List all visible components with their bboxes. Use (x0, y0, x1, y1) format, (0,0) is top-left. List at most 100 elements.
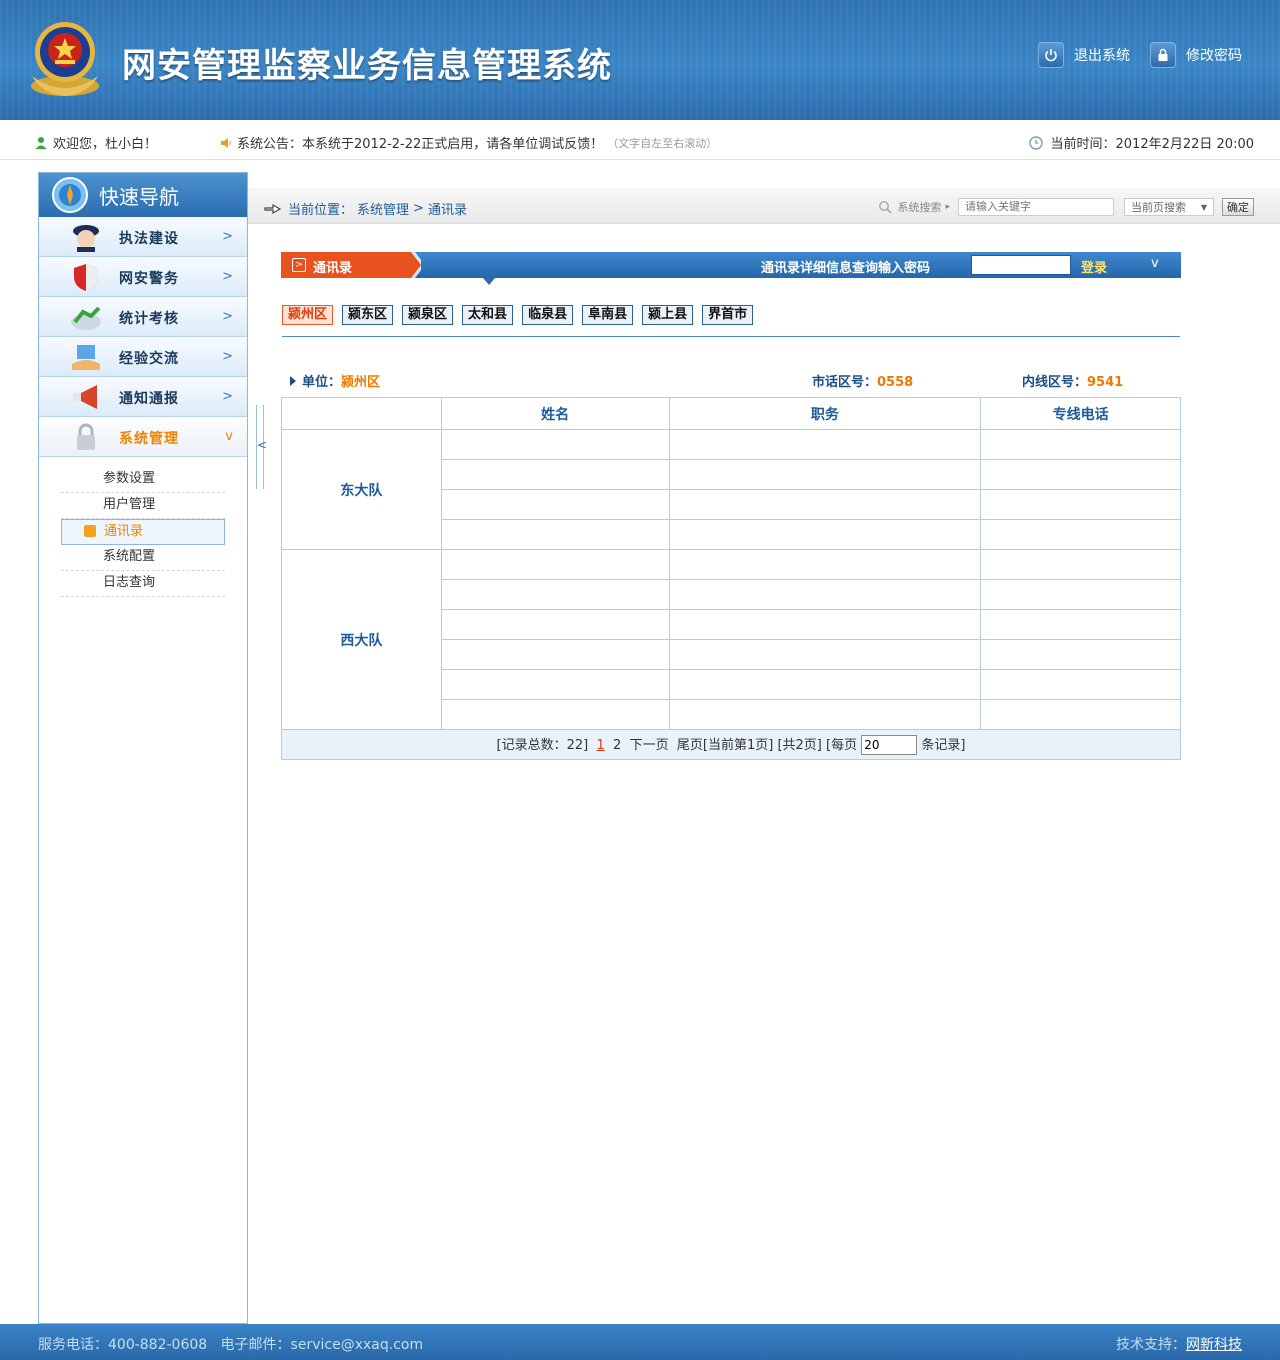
page-link-1[interactable]: 1 (597, 738, 605, 753)
change-password-button[interactable]: 修改密码 (1150, 42, 1242, 68)
chevron-right-icon: > (222, 389, 233, 404)
table-cell (980, 429, 1181, 460)
logout-label: 退出系统 (1074, 48, 1130, 64)
chevron-down-icon: v (225, 429, 233, 444)
table-row: 西大队 (281, 549, 1181, 730)
table-cell (440, 699, 670, 730)
chevron-down-icon[interactable]: v (1151, 256, 1159, 271)
lock-icon (77, 423, 95, 450)
nav-item-law-enforcement[interactable]: 执法建设 > (39, 217, 247, 257)
pagination-row: [记录总数：22] 1 2 下一页 尾页[当前第1页] [共2页] [每页 条记… (281, 729, 1181, 760)
district-tab-yingquan[interactable]: 颍泉区 (402, 305, 454, 325)
sub-nav-log-query[interactable]: 日志查询 (61, 571, 225, 597)
search-area: 系统搜索 ▸ 当前页搜索 ▼ 确定 (878, 198, 1254, 216)
sidebar-header: 快速导航 (39, 173, 247, 217)
sub-nav-user-management[interactable]: 用户管理 (61, 493, 225, 519)
change-password-label: 修改密码 (1186, 48, 1242, 64)
table-cell (980, 519, 1181, 550)
next-page-link[interactable]: 下一页 (630, 738, 669, 753)
breadcrumb-section-link[interactable]: 系统管理 (357, 199, 409, 218)
column-header-phone: 专线电话 (980, 397, 1181, 430)
chevron-right-icon: > (222, 269, 233, 284)
table-cell (668, 609, 982, 640)
table-cell (668, 459, 982, 490)
nav-item-system-management[interactable]: 系统管理 v (39, 417, 247, 457)
sub-nav-label: 通讯录 (104, 524, 144, 539)
last-page-link[interactable]: 尾页 (677, 738, 703, 753)
pagination-total: [记录总数：22] (496, 737, 589, 753)
nav-item-statistics[interactable]: 统计考核 > (39, 297, 247, 337)
column-header-group (281, 397, 442, 430)
district-tab-yingdong[interactable]: 颍东区 (342, 305, 394, 325)
dropdown-arrow-icon: ▼ (1200, 202, 1207, 212)
system-notice: 系统公告：本系统于2012-2-22正式启用，请各单位调试反馈！ （文字自左至右… (220, 133, 717, 152)
sub-nav: 参数设置 用户管理 通讯录 系统配置 日志查询 (39, 457, 247, 597)
page-link-2[interactable]: 2 (613, 738, 621, 753)
district-tab-funan[interactable]: 阜南县 (582, 305, 634, 325)
unit-label: 单位： (302, 375, 342, 390)
footer-email: 电子邮件：service@xxaq.com (220, 1337, 424, 1353)
breadcrumb: 当前位置： 系统管理 > 通讯录 (264, 199, 471, 218)
pagination: [记录总数：22] 1 2 下一页 尾页[当前第1页] [共2页] [每页 条记… (281, 729, 1181, 760)
table-cell (668, 699, 982, 730)
table-cell (668, 489, 982, 520)
pagination-current: [当前第1页] (702, 737, 774, 753)
sidebar-collapse-handle[interactable]: < (256, 405, 267, 489)
nav-item-cyber-police[interactable]: 网安警务 > (39, 257, 247, 297)
district-tab-yingzhou[interactable]: 颍州区 (282, 305, 334, 325)
module-title: 通讯录 (313, 261, 353, 276)
police-officer-icon (73, 225, 99, 252)
chevron-right-icon: > (222, 349, 233, 364)
table-cell (440, 609, 670, 640)
table-cell (980, 699, 1181, 730)
table-cell (440, 669, 670, 700)
footer: 服务电话：400-882-0608 电子邮件：service@xxaq.com … (0, 1324, 1280, 1360)
sub-nav-parameters[interactable]: 参数设置 (61, 467, 225, 493)
city-area-code: 市话区号：0558 (812, 371, 913, 390)
district-tab-yingshang[interactable]: 颍上县 (642, 305, 694, 325)
password-prompt: 通讯录详细信息查询输入密码 (761, 261, 931, 276)
chart-icon (71, 306, 101, 330)
megaphone-icon (73, 385, 97, 409)
footer-support-label: 技术支持： (1116, 1337, 1186, 1353)
module-header-bar: > 通讯录 通讯录详细信息查询输入密码 登录 v (281, 252, 1181, 278)
table-cell (668, 549, 982, 580)
search-confirm-button[interactable]: 确定 (1222, 198, 1254, 216)
module-pointer-arrow (483, 278, 495, 285)
notice-hint: （文字自左至右滚动） (607, 136, 718, 150)
ext-code-label: 内线区号： (1022, 375, 1088, 390)
nav-item-notifications[interactable]: 通知通报 > (39, 377, 247, 417)
search-input[interactable] (958, 198, 1114, 216)
nav-label: 网安警务 (119, 271, 179, 287)
city-code-value: 0558 (877, 375, 914, 390)
notice-text: 系统公告：本系统于2012-2-22正式启用，请各单位调试反馈！ (237, 137, 604, 152)
district-tab-jieshou[interactable]: 界首市 (702, 305, 754, 325)
footer-support-link[interactable]: 网新科技 (1186, 1337, 1242, 1353)
group-cell-west: 西大队 (281, 549, 442, 730)
table-body: 东大队 西大队 [记录总数：22] 1 2 下一页 尾页[当前第1页] [共2页… (281, 429, 1181, 760)
per-page-input[interactable] (861, 735, 918, 756)
header-banner: 网安管理监察业务信息管理系统 退出系统 修改密码 (0, 0, 1280, 120)
table-cell (440, 429, 670, 460)
table-cell (440, 489, 670, 520)
per-page-suffix: 条记录] (921, 737, 966, 753)
login-button[interactable]: 登录 (1081, 257, 1107, 276)
nav-item-experience-exchange[interactable]: 经验交流 > (39, 337, 247, 377)
table-cell (668, 639, 982, 670)
table-cell (440, 519, 670, 550)
district-tab-linquan[interactable]: 临泉县 (522, 305, 574, 325)
directory-table: 姓名 职务 专线电话 东大队 西大队 [记录总数：22] 1 2 下一页 尾页[… (281, 397, 1181, 760)
table-cell (440, 549, 670, 580)
sub-nav-directory[interactable]: 通讯录 (61, 519, 225, 545)
exchange-icon (72, 345, 100, 370)
nav-label: 执法建设 (119, 231, 179, 247)
directory-password-input[interactable] (971, 255, 1071, 275)
district-tab-taihe[interactable]: 太和县 (462, 305, 514, 325)
table-cell (668, 429, 982, 460)
table-cell (980, 549, 1181, 580)
sub-nav-system-config[interactable]: 系统配置 (61, 545, 225, 571)
city-code-label: 市话区号： (812, 375, 878, 390)
unit-info-row: 单位：颍州区 市话区号：0558 内线区号：9541 (290, 371, 1180, 391)
search-scope-select[interactable]: 当前页搜索 ▼ (1124, 198, 1214, 216)
logout-button[interactable]: 退出系统 (1038, 42, 1130, 68)
